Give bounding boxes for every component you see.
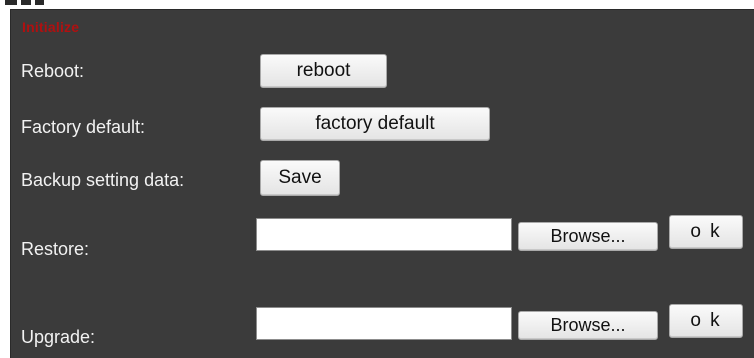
top-strip	[0, 0, 754, 9]
restore-browse-button[interactable]: Browse...	[518, 222, 658, 251]
factory-default-button[interactable]: factory default	[260, 107, 490, 141]
maintenance-page: Initialize Reboot: reboot Factory defaul…	[0, 0, 754, 358]
upgrade-browse-button[interactable]: Browse...	[518, 311, 658, 340]
save-backup-button[interactable]: Save	[260, 160, 340, 196]
restore-ok-button[interactable]: o k	[669, 215, 743, 249]
backup-setting-label: Backup setting data:	[21, 170, 185, 190]
upgrade-label: Upgrade:	[21, 327, 96, 347]
reboot-label: Reboot:	[21, 61, 85, 81]
upgrade-file-field[interactable]	[256, 307, 512, 340]
initialize-panel: Initialize Reboot: reboot Factory defaul…	[10, 9, 754, 358]
top-strip-fragment	[35, 0, 44, 5]
section-title: Initialize	[22, 19, 80, 35]
factory-default-label: Factory default:	[21, 117, 146, 137]
restore-file-field[interactable]	[256, 218, 512, 251]
reboot-button[interactable]: reboot	[260, 54, 387, 88]
top-strip-fragment	[5, 0, 17, 5]
upgrade-ok-button[interactable]: o k	[669, 304, 743, 338]
top-strip-fragment	[21, 0, 31, 5]
restore-label: Restore:	[21, 239, 90, 259]
